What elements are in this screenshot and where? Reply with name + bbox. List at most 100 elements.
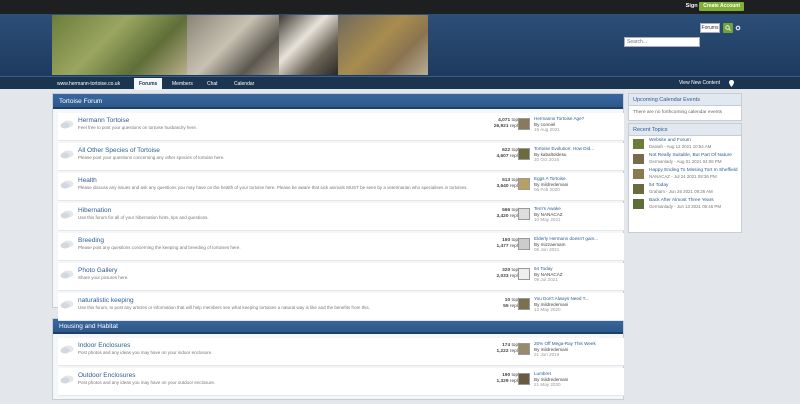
avatar[interactable]: [518, 148, 530, 160]
recent-topic-link[interactable]: Not Really Suitable, But Part Of Nature: [649, 153, 732, 158]
last-post-author[interactable]: By mizzaemam: [534, 242, 565, 247]
last-post-link[interactable]: Elderly Hermann doesn't gain...: [534, 236, 598, 241]
topic-count: 10: [504, 298, 511, 303]
last-post-author[interactable]: By kabaltoldesu: [534, 152, 566, 157]
topic-thumbnail[interactable]: [633, 139, 644, 149]
forum-description: Use this forum, to post any articles or …: [78, 305, 370, 310]
forum-read-icon: [60, 240, 74, 250]
recent-topic-item[interactable]: Website and Forum Daniah - Aug 12 2021 10…: [629, 136, 741, 151]
topic-count: 513: [502, 178, 511, 183]
forum-row: Photo Gallery Share your pictures here. 32…: [58, 263, 624, 291]
forum-title-link[interactable]: Outdoor Enclosures: [78, 372, 135, 379]
topic-thumbnail[interactable]: [633, 184, 644, 194]
last-post-author[interactable]: By mildredemani: [534, 347, 568, 352]
last-post-author[interactable]: By mildredemani: [534, 377, 568, 382]
last-post-link[interactable]: 20% Off Mega-Ray This Week: [534, 341, 596, 346]
forum-title-link[interactable]: Health: [78, 177, 97, 184]
avatar[interactable]: [518, 208, 530, 220]
forum-title-link[interactable]: Indoor Enclosures: [78, 342, 130, 349]
avatar[interactable]: [518, 298, 530, 310]
tab-members[interactable]: Members: [167, 79, 198, 89]
topic-thumbnail[interactable]: [633, 199, 644, 209]
last-post-link[interactable]: You Don't Always Need T...: [534, 296, 589, 301]
forum-title-link[interactable]: Hermann Tortoise: [78, 117, 129, 124]
avatar[interactable]: [518, 268, 530, 280]
banner-photo-1: [52, 15, 187, 75]
search-icon: [725, 25, 731, 31]
section-title[interactable]: Housing and Habitat: [53, 319, 623, 334]
search-input[interactable]: [625, 38, 699, 46]
events-empty-message: There are no forthcoming calendar events: [633, 110, 723, 115]
recent-topic-item[interactable]: Not Really Suitable, But Part Of Nature G…: [629, 151, 741, 166]
last-post-info: Terri's Awake By NANACAZ 10 May 2021: [534, 206, 563, 223]
view-new-content-link[interactable]: View New Content: [679, 80, 720, 86]
recent-topic-item[interactable]: Back After Almost Three Years Germanlady …: [629, 196, 741, 211]
last-post-link[interactable]: 54 Today: [534, 266, 553, 271]
forum-read-icon: [60, 120, 74, 130]
last-post-link[interactable]: Eggs A Tortoise.: [534, 176, 567, 181]
reply-count: 55: [503, 304, 509, 309]
tab-calendar[interactable]: Calendar: [229, 79, 259, 89]
site-header: [0, 14, 800, 76]
recent-topic-meta: Graham - Jun 26 2021 09:36 AM: [649, 189, 713, 194]
create-account-button[interactable]: Create Account: [699, 2, 744, 11]
last-post-link[interactable]: Tortoise Evolution: How Did...: [534, 146, 594, 151]
forum-read-icon: [60, 270, 74, 280]
last-post-date: 06 Feb 2020: [534, 187, 560, 193]
section-title[interactable]: Tortoise Forum: [53, 94, 623, 109]
top-bar: Sign In Create Account: [0, 0, 800, 14]
topic-thumbnail[interactable]: [633, 169, 644, 179]
forum-description: Please post any questions concerning the…: [78, 245, 241, 250]
recent-topic-link[interactable]: 54 Today: [649, 183, 668, 188]
location-pin-icon[interactable]: [729, 80, 734, 87]
widget-title: Recent Topics: [629, 124, 741, 136]
last-post-link[interactable]: Terri's Awake: [534, 206, 561, 211]
recent-topic-link[interactable]: Website and Forum: [649, 138, 691, 143]
search-scope-select[interactable]: Forums: [700, 23, 720, 33]
forum-title-link[interactable]: All Other Species of Tortoise: [78, 147, 160, 154]
last-post-date: 10 May 2021: [534, 217, 561, 223]
forum-title-link[interactable]: Photo Gallery: [78, 267, 117, 274]
reply-count: 2,033: [496, 274, 509, 279]
forum-title-link[interactable]: Hibernation: [78, 207, 111, 214]
last-post-date: 12 May 2020: [534, 307, 561, 313]
recent-topic-item[interactable]: 54 Today Graham - Jun 26 2021 09:36 AM: [629, 181, 741, 196]
recent-topic-link[interactable]: Happy Ending To Missing Tort In Sheffiel…: [649, 168, 738, 173]
search-button[interactable]: [723, 23, 733, 33]
topic-count: 320: [502, 268, 511, 273]
last-post-link[interactable]: Lumbret: [534, 371, 551, 376]
forum-title-link[interactable]: naturalistic keeping: [78, 297, 134, 304]
last-post-author[interactable]: By conniel: [534, 122, 555, 127]
topic-count: 566: [502, 208, 511, 213]
gear-icon[interactable]: [735, 25, 741, 31]
last-post-info: Eggs A Tortoise. By mildredemani 06 Feb 20…: [534, 176, 568, 193]
last-post-author[interactable]: By mildredemani: [534, 182, 568, 187]
site-banner[interactable]: [52, 15, 428, 75]
recent-topic-link[interactable]: Back After Almost Three Years: [649, 198, 714, 203]
last-post-info: You Don't Always Need T... By mildredeman…: [534, 296, 589, 313]
last-post-link[interactable]: Hermanns Tortoise Age?: [534, 116, 584, 121]
nav-site-link[interactable]: www.hermann-tortoise.co.uk: [52, 79, 125, 89]
tab-forums[interactable]: Forums: [134, 78, 163, 90]
forum-title-link[interactable]: Breeding: [78, 237, 104, 244]
banner-photo-2: [187, 15, 279, 75]
recent-topic-item[interactable]: Happy Ending To Missing Tort In Sheffiel…: [629, 166, 741, 181]
last-post-date: 21 May 2020: [534, 382, 561, 388]
reply-count: 1,329: [496, 379, 509, 384]
avatar[interactable]: [518, 238, 530, 250]
last-post-author[interactable]: By NANACAZ: [534, 212, 563, 217]
banner-photo-3: [279, 15, 338, 75]
forum-row: Health Please discuss any issues and ask …: [58, 173, 624, 201]
tab-chat[interactable]: Chat: [202, 79, 223, 89]
forum-description: Please post your questions concerning an…: [78, 155, 225, 160]
forum-description: Use this forum for all of your hibernati…: [78, 215, 209, 220]
last-post-author[interactable]: By NANACAZ: [534, 272, 563, 277]
reply-count: 1,477: [496, 244, 509, 249]
reply-count: 1,222: [496, 349, 509, 354]
avatar[interactable]: [518, 373, 530, 385]
avatar[interactable]: [518, 178, 530, 190]
topic-thumbnail[interactable]: [633, 154, 644, 164]
last-post-author[interactable]: By mildredemani: [534, 302, 568, 307]
avatar[interactable]: [518, 343, 530, 355]
avatar[interactable]: [518, 118, 530, 130]
